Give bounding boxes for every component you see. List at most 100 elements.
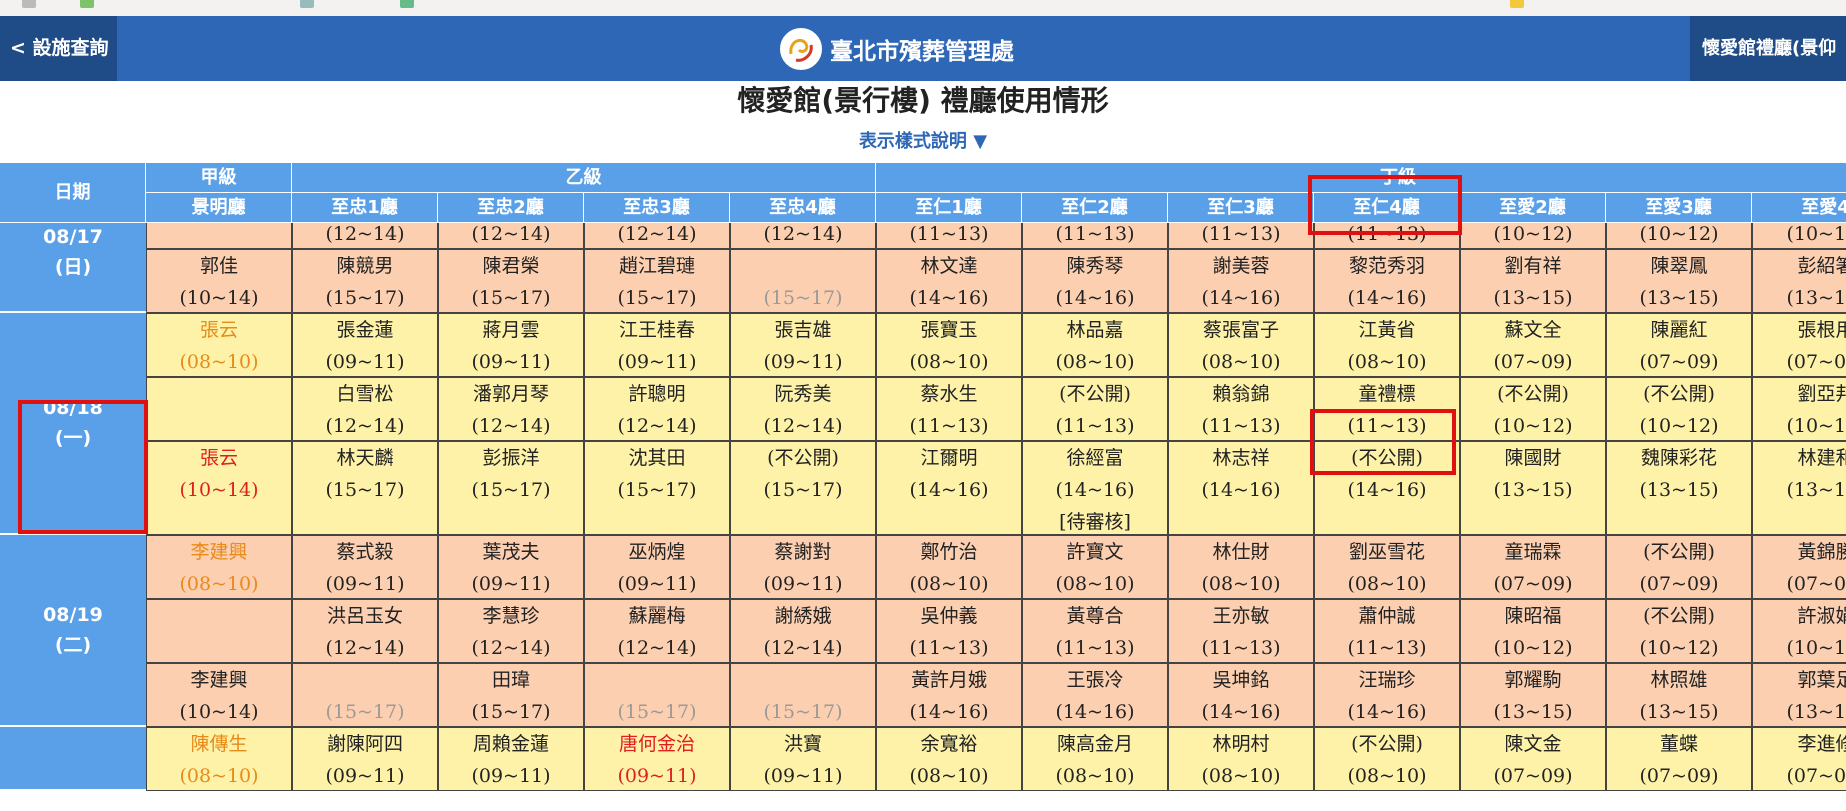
hall-slot[interactable]: 趙江碧璉 (15~17): [584, 249, 730, 313]
hall-slot[interactable]: 林志祥 (14~16): [1168, 441, 1314, 535]
hall-slot[interactable]: 江黃省 (08~10): [1314, 313, 1460, 377]
hall-slot[interactable]: 彭振洋 (15~17): [438, 441, 584, 535]
hall-slot[interactable]: 阮秀美 (12~14): [730, 377, 876, 441]
hall-slot[interactable]: 江王桂春 (09~11): [584, 313, 730, 377]
hall-slot[interactable]: 黃錦勝 (07~09): [1752, 535, 1846, 599]
hall-slot[interactable]: 劉亞邦 (10~12): [1752, 377, 1846, 441]
hall-slot[interactable]: 鄭竹治 (08~10): [876, 535, 1022, 599]
hall-slot[interactable]: 劉有祥 (13~15): [1460, 249, 1606, 313]
hall-slot[interactable]: (不公開) (10~12): [1606, 599, 1752, 663]
hall-slot[interactable]: 陳國財 (13~15): [1460, 441, 1606, 535]
hall-slot[interactable]: 余寬裕 (08~10): [876, 727, 1022, 791]
hall-slot-jingming[interactable]: 李建興 (08~10): [146, 535, 292, 599]
hall-slot[interactable]: 沈其田 (15~17): [584, 441, 730, 535]
hall-slot[interactable]: 董蝶 (07~09): [1606, 727, 1752, 791]
hall-slot[interactable]: 陳文金 (07~09): [1460, 727, 1606, 791]
hall-slot[interactable]: 吳坤銘 (14~16): [1168, 663, 1314, 727]
back-to-facility-search-button[interactable]: < 設施查詢: [0, 16, 117, 81]
time-slot: (11~13): [1347, 223, 1427, 245]
hall-slot[interactable]: 陳競男 (15~17): [292, 249, 438, 313]
hall-slot[interactable]: 童禮標 (11~13): [1314, 377, 1460, 441]
hall-slot[interactable]: 魏陳彩花 (13~15): [1606, 441, 1752, 535]
hall-slot[interactable]: 李進修 (07~09): [1752, 727, 1846, 791]
hall-slot[interactable]: 賴翁錦 (11~13): [1168, 377, 1314, 441]
hall-slot[interactable]: 蘇文全 (07~09): [1460, 313, 1606, 377]
hall-slot[interactable]: 林建和 (13~15): [1752, 441, 1846, 535]
hall-slot[interactable]: 郭耀駒 (13~15): [1460, 663, 1606, 727]
hall-slot[interactable]: (不公開) (07~09): [1606, 535, 1752, 599]
hall-slot[interactable]: 林照雄 (13~15): [1606, 663, 1752, 727]
hall-slot[interactable]: 林明村 (08~10): [1168, 727, 1314, 791]
hall-slot[interactable]: 張金蓮 (09~11): [292, 313, 438, 377]
hall-slot[interactable]: 陳麗紅 (07~09): [1606, 313, 1752, 377]
hall-slot[interactable]: 彭紹箸 (13~15): [1752, 249, 1846, 313]
hall-slot[interactable]: 蔡謝對 (09~11): [730, 535, 876, 599]
hall-slot[interactable]: 白雪松 (12~14): [292, 377, 438, 441]
hall-slot[interactable]: 蔡張富子 (08~10): [1168, 313, 1314, 377]
hall-slot[interactable]: 陳君榮 (15~17): [438, 249, 584, 313]
hall-slot[interactable]: 陳昭福 (10~12): [1460, 599, 1606, 663]
hall-slot[interactable]: (不公開) (10~12): [1460, 377, 1606, 441]
hall-slot[interactable]: 謝綉娥 (12~14): [730, 599, 876, 663]
hall-slot[interactable]: 王亦敏 (11~13): [1168, 599, 1314, 663]
hall-slot[interactable]: 張寶玉 (08~10): [876, 313, 1022, 377]
time-slot: (15~17): [325, 701, 405, 723]
hall-slot[interactable]: 蔣月雲 (09~11): [438, 313, 584, 377]
hall-slot[interactable]: 張吉雄 (09~11): [730, 313, 876, 377]
hall-slot[interactable]: 林仕財 (08~10): [1168, 535, 1314, 599]
hall-slot[interactable]: 許聰明 (12~14): [584, 377, 730, 441]
hall-slot[interactable]: 郭葉足 (13~15): [1752, 663, 1846, 727]
hall-slot[interactable]: 林文達 (14~16): [876, 249, 1022, 313]
hall-slot[interactable]: 李慧珍 (12~14): [438, 599, 584, 663]
hall-menu-button[interactable]: 懷愛館禮廳(景仰: [1690, 16, 1846, 81]
hall-slot[interactable]: 許寶文 (08~10): [1022, 535, 1168, 599]
hall-slot[interactable]: 巫炳煌 (09~11): [584, 535, 730, 599]
hall-slot[interactable]: 王張冷 (14~16): [1022, 663, 1168, 727]
hall-slot[interactable]: 童瑞霖 (07~09): [1460, 535, 1606, 599]
hall-slot[interactable]: 蘇麗梅 (12~14): [584, 599, 730, 663]
hall-slot[interactable]: 劉巫雪花 (08~10): [1314, 535, 1460, 599]
hall-slot[interactable]: 汪瑞珍 (14~16): [1314, 663, 1460, 727]
hall-slot[interactable]: 洪寶 (09~11): [730, 727, 876, 791]
hall-slot[interactable]: 黃許月娥 (14~16): [876, 663, 1022, 727]
hall-slot[interactable]: (不公開) (14~16): [1314, 441, 1460, 535]
hall-slot[interactable]: 林品嘉 (08~10): [1022, 313, 1168, 377]
hall-slot[interactable]: (不公開) (15~17): [730, 441, 876, 535]
legend-toggle-link[interactable]: 表示樣式說明 ▼: [0, 128, 1846, 156]
hall-slot[interactable]: (不公開) (11~13): [1022, 377, 1168, 441]
hall-slot[interactable]: 黎范秀羽 (14~16): [1314, 249, 1460, 313]
hall-slot[interactable]: 陳高金月 (08~10): [1022, 727, 1168, 791]
hall-slot[interactable]: 謝美蓉 (14~16): [1168, 249, 1314, 313]
hall-slot[interactable]: (不公開) (08~10): [1314, 727, 1460, 791]
hall-slot[interactable]: 謝陳阿四 (09~11): [292, 727, 438, 791]
hall-slot-jingming[interactable]: 郭佳 (10~14): [146, 249, 292, 313]
hall-column-header: 景明廳: [146, 193, 292, 223]
hall-slot-jingming[interactable]: 陳傳生 (08~10): [146, 727, 292, 791]
hall-slot[interactable]: 蕭仲誠 (11~13): [1314, 599, 1460, 663]
hall-slot[interactable]: (不公開) (10~12): [1606, 377, 1752, 441]
hall-slot[interactable]: 林天麟 (15~17): [292, 441, 438, 535]
hall-slot[interactable]: 陳秀琴 (14~16): [1022, 249, 1168, 313]
hall-slot[interactable]: 張根用 (07~09): [1752, 313, 1846, 377]
hall-slot[interactable]: 吳仲義 (11~13): [876, 599, 1022, 663]
deceased-name: 張云: [199, 447, 238, 469]
hall-slot[interactable]: 許淑娟 (10~12): [1752, 599, 1846, 663]
time-slot: (14~16): [1055, 287, 1135, 309]
hall-slot[interactable]: 葉茂夫 (09~11): [438, 535, 584, 599]
hall-slot[interactable]: 潘郭月琴 (12~14): [438, 377, 584, 441]
hall-slot[interactable]: 徐經富 (14~16) [待審核]: [1022, 441, 1168, 535]
hall-slot[interactable]: 蔡式毅 (09~11): [292, 535, 438, 599]
hall-slot-jingming[interactable]: 李建興 (10~14): [146, 663, 292, 727]
hall-slot-jingming[interactable]: 張云 (08~10): [146, 313, 292, 377]
hall-slot[interactable]: 洪呂玉女 (12~14): [292, 599, 438, 663]
hall-slot[interactable]: 江爾明 (14~16): [876, 441, 1022, 535]
hall-slot-jingming[interactable]: 張云 (10~14): [146, 441, 292, 535]
time-slot: (09~11): [471, 351, 551, 373]
deceased-name: 許聰明: [628, 383, 686, 405]
hall-slot[interactable]: 蔡水生 (11~13): [876, 377, 1022, 441]
hall-slot[interactable]: 周賴金蓮 (09~11): [438, 727, 584, 791]
hall-slot[interactable]: 田瑋 (15~17): [438, 663, 584, 727]
hall-slot[interactable]: 唐何金治 (09~11): [584, 727, 730, 791]
hall-slot[interactable]: 陳翠鳳 (13~15): [1606, 249, 1752, 313]
hall-slot[interactable]: 黃尊合 (11~13): [1022, 599, 1168, 663]
